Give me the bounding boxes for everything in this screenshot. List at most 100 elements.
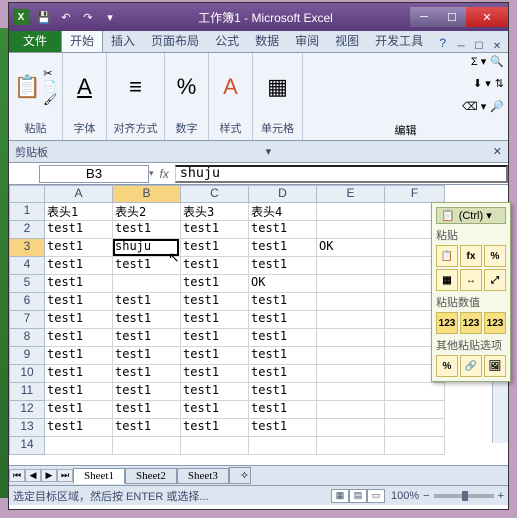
cell-B6[interactable]: test1: [113, 293, 181, 311]
cell-C12[interactable]: test1: [181, 401, 249, 419]
name-box[interactable]: [39, 165, 149, 183]
cell-C13[interactable]: test1: [181, 419, 249, 437]
col-header-E[interactable]: E: [317, 185, 385, 203]
cell-E4[interactable]: [317, 257, 385, 275]
sort-icon[interactable]: ⇅: [495, 77, 504, 90]
paste-values-source-icon[interactable]: 123: [484, 312, 506, 334]
close-button[interactable]: ✕: [466, 7, 508, 27]
cell-E6[interactable]: [317, 293, 385, 311]
minimize-button[interactable]: ─: [410, 7, 438, 27]
cell-B3[interactable]: shuju: [113, 239, 181, 257]
cell-D3[interactable]: test1: [249, 239, 317, 257]
row-header-10[interactable]: 10: [9, 365, 45, 383]
tab-view[interactable]: 视图: [327, 29, 367, 52]
cell-F13[interactable]: [385, 419, 445, 437]
zoom-in-icon[interactable]: +: [498, 490, 504, 502]
cell-C9[interactable]: test1: [181, 347, 249, 365]
paste-noborder-icon[interactable]: ▦: [436, 269, 458, 291]
sheet-tab-1[interactable]: Sheet1: [73, 468, 125, 484]
cell-E12[interactable]: [317, 401, 385, 419]
tab-formula[interactable]: 公式: [207, 29, 247, 52]
cell-A8[interactable]: test1: [45, 329, 113, 347]
cell-A13[interactable]: test1: [45, 419, 113, 437]
cell-E9[interactable]: [317, 347, 385, 365]
tab-home[interactable]: 开始: [61, 28, 103, 52]
cell-D4[interactable]: test1: [249, 257, 317, 275]
maximize-button[interactable]: ☐: [438, 7, 466, 27]
cell-B12[interactable]: test1: [113, 401, 181, 419]
sheet-tab-3[interactable]: Sheet3: [177, 468, 229, 484]
cell-B8[interactable]: test1: [113, 329, 181, 347]
row-header-7[interactable]: 7: [9, 311, 45, 329]
autosum-icon[interactable]: Σ ▾: [471, 55, 486, 68]
row-header-5[interactable]: 5: [9, 275, 45, 293]
clipboard-pane-close-icon[interactable]: ✕: [493, 145, 502, 158]
col-header-B[interactable]: B: [113, 185, 181, 203]
cell-F11[interactable]: [385, 383, 445, 401]
row-header-12[interactable]: 12: [9, 401, 45, 419]
cell-A14[interactable]: [45, 437, 113, 455]
cell-F12[interactable]: [385, 401, 445, 419]
clipboard-pane-dropdown-icon[interactable]: ▾: [266, 145, 272, 158]
sheet-first-icon[interactable]: ⏮: [9, 469, 25, 482]
cell-F14[interactable]: [385, 437, 445, 455]
row-header-1[interactable]: 1: [9, 203, 45, 221]
cell-A7[interactable]: test1: [45, 311, 113, 329]
cells-icon[interactable]: ▦: [267, 74, 288, 100]
cell-D10[interactable]: test1: [249, 365, 317, 383]
cell-D2[interactable]: test1: [249, 221, 317, 239]
row-header-14[interactable]: 14: [9, 437, 45, 455]
row-header-6[interactable]: 6: [9, 293, 45, 311]
cell-E7[interactable]: [317, 311, 385, 329]
col-header-C[interactable]: C: [181, 185, 249, 203]
zoom-slider[interactable]: [434, 494, 494, 498]
cell-C4[interactable]: test1: [181, 257, 249, 275]
row-header-2[interactable]: 2: [9, 221, 45, 239]
cell-E11[interactable]: [317, 383, 385, 401]
inner-minimize-icon[interactable]: ─: [452, 41, 470, 52]
view-break-icon[interactable]: ▭: [367, 489, 385, 503]
cell-A12[interactable]: test1: [45, 401, 113, 419]
cell-E5[interactable]: [317, 275, 385, 293]
sheet-prev-icon[interactable]: ◀: [25, 469, 41, 482]
paste-picture-icon[interactable]: 🖼: [484, 355, 506, 377]
row-header-9[interactable]: 9: [9, 347, 45, 365]
zoom-value[interactable]: 100%: [391, 490, 419, 502]
cell-C14[interactable]: [181, 437, 249, 455]
tab-data[interactable]: 数据: [247, 29, 287, 52]
paste-values-icon[interactable]: 123: [436, 312, 458, 334]
cell-D8[interactable]: test1: [249, 329, 317, 347]
inner-restore-icon[interactable]: ☐: [470, 41, 488, 52]
cell-A9[interactable]: test1: [45, 347, 113, 365]
tab-dev[interactable]: 开发工具: [367, 29, 431, 52]
cell-B5[interactable]: [113, 275, 181, 293]
cell-B14[interactable]: [113, 437, 181, 455]
paste-formulas-format-icon[interactable]: %: [484, 245, 506, 267]
view-layout-icon[interactable]: ▤: [349, 489, 367, 503]
cell-D11[interactable]: test1: [249, 383, 317, 401]
cell-C10[interactable]: test1: [181, 365, 249, 383]
fill-icon[interactable]: ⬇ ▾: [473, 77, 491, 90]
cell-D6[interactable]: test1: [249, 293, 317, 311]
cell-A10[interactable]: test1: [45, 365, 113, 383]
cell-E8[interactable]: [317, 329, 385, 347]
find-icon[interactable]: 🔍: [490, 55, 504, 68]
select-all-corner[interactable]: [9, 185, 45, 203]
binoculars-icon[interactable]: 🔎: [490, 100, 504, 113]
paste-options-header[interactable]: 📋 (Ctrl) ▾: [436, 207, 506, 224]
cell-E1[interactable]: [317, 203, 385, 221]
paste-formatting-icon[interactable]: %: [436, 355, 458, 377]
formula-bar[interactable]: [175, 165, 508, 183]
cell-A3[interactable]: test1: [45, 239, 113, 257]
inner-close-icon[interactable]: ✕: [488, 41, 506, 52]
cell-D5[interactable]: OK: [249, 275, 317, 293]
cell-A5[interactable]: test1: [45, 275, 113, 293]
sheet-tab-2[interactable]: Sheet2: [125, 468, 177, 484]
qat-undo-icon[interactable]: ↶: [56, 7, 76, 27]
font-icon[interactable]: A: [77, 74, 92, 100]
cell-D12[interactable]: test1: [249, 401, 317, 419]
cell-B2[interactable]: test1: [113, 221, 181, 239]
qat-dropdown-icon[interactable]: ▾: [100, 7, 120, 27]
paste-keepwidth-icon[interactable]: ↔: [460, 269, 482, 291]
cell-A1[interactable]: 表头1: [45, 203, 113, 221]
